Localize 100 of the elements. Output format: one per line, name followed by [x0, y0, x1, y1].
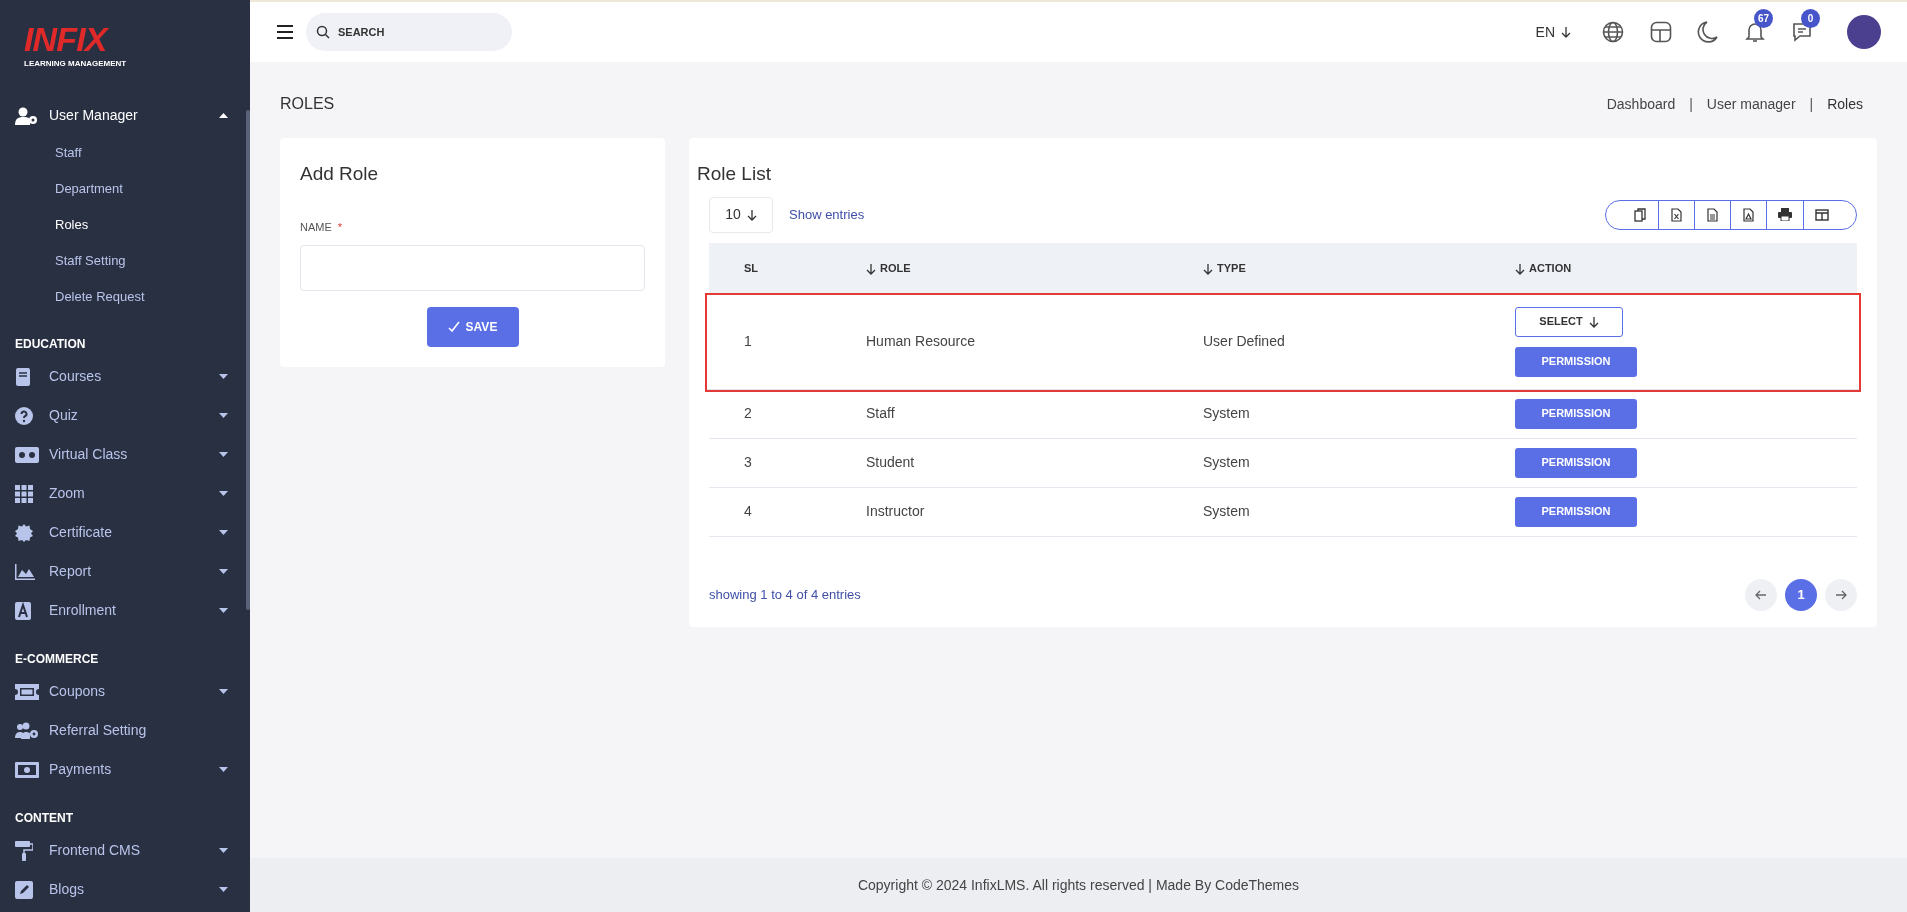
table-cell-text: 2: [743, 404, 753, 423]
page-button[interactable]: 1: [1785, 578, 1817, 611]
select-dropdown[interactable]: SELECT: [1515, 306, 1623, 337]
submenu-item[interactable]: Staff Setting: [0, 243, 250, 279]
table-cell-text: System: [1203, 404, 1251, 423]
sidebar-item[interactable]: Frontend CMS: [0, 831, 250, 870]
area-chart-icon: [15, 563, 35, 580]
logo-mark: INFIX: [24, 22, 107, 56]
down-arrow-icon: [866, 262, 876, 275]
layout-icon[interactable]: [1649, 20, 1673, 44]
submenu-item[interactable]: Department: [0, 171, 250, 207]
name-input[interactable]: [300, 245, 645, 291]
entries-summary: showing 1 to 4 of 4 entries: [709, 585, 861, 604]
letter-a-icon: [15, 601, 31, 620]
column-header[interactable]: TYPE: [1203, 260, 1515, 277]
globe-icon[interactable]: [1601, 20, 1625, 44]
field-label: NAME: [300, 219, 332, 235]
sidebar-item[interactable]: Certificate: [0, 513, 250, 552]
down-arrow-icon: [1588, 315, 1599, 328]
print-icon: [1778, 208, 1792, 221]
table-cell-text: System: [1203, 453, 1251, 472]
columns-icon: [1815, 208, 1829, 221]
copy-icon: [1634, 207, 1646, 222]
column-header[interactable]: ACTION: [1515, 260, 1857, 277]
certificate-seal-icon: [15, 523, 33, 542]
table-cell-text: User Defined: [1203, 332, 1286, 351]
column-header[interactable]: ROLE: [866, 260, 1203, 277]
page-size-select[interactable]: 10: [709, 196, 773, 233]
permission-button[interactable]: PERMISSION: [1515, 398, 1637, 429]
breadcrumb-separator: |: [1689, 94, 1693, 114]
table-cell-text: 1: [743, 332, 753, 351]
submenu-item[interactable]: Roles: [0, 207, 250, 243]
page-title: ROLES: [280, 94, 335, 114]
paint-roller-icon: [15, 840, 33, 861]
previous-page-button[interactable]: [1745, 578, 1777, 611]
permission-button[interactable]: PERMISSION: [1515, 496, 1637, 527]
bell-icon[interactable]: [1745, 21, 1765, 43]
breadcrumb-link[interactable]: Dashboard: [1606, 93, 1676, 115]
section-heading: E-COMMERCE: [14, 651, 100, 668]
sidebar-item[interactable]: Payments: [0, 750, 250, 789]
search-icon: [316, 25, 330, 39]
money-bill-icon: [15, 761, 39, 778]
menu-icon[interactable]: [276, 25, 294, 39]
document-icon: [1707, 207, 1718, 222]
logo-tagline: LEARNING MANAGEMENT: [24, 58, 127, 70]
down-arrow-icon: [746, 208, 757, 221]
sidebar-item[interactable]: Blogs: [0, 870, 250, 909]
breadcrumb-separator: |: [1809, 94, 1814, 114]
ticket-icon: [15, 683, 39, 700]
sidebar-item[interactable]: Coupons: [0, 672, 250, 711]
table-cell-text: 3: [743, 453, 753, 472]
breadcrumb-link[interactable]: User manager: [1706, 93, 1796, 115]
moon-icon[interactable]: [1697, 20, 1719, 44]
sidebar-item[interactable]: User Manager: [0, 96, 250, 135]
breadcrumb-link[interactable]: Roles: [1827, 93, 1863, 115]
table-cell-text: Staff: [866, 404, 896, 423]
table-cell-text: Instructor: [866, 502, 926, 521]
pencil-square-icon: [15, 880, 33, 899]
card-title: Role List: [697, 162, 772, 186]
avatar[interactable]: [1847, 15, 1881, 49]
permission-button[interactable]: PERMISSION: [1515, 346, 1637, 377]
right-arrow-icon: [1835, 589, 1847, 600]
save-button[interactable]: SAVE: [426, 307, 519, 347]
next-page-button[interactable]: [1825, 578, 1857, 611]
user-gear-icon: [15, 106, 39, 125]
notification-count: 67: [1754, 9, 1773, 28]
required-mark: *: [337, 219, 343, 235]
language-selector[interactable]: EN: [1535, 21, 1571, 43]
check-icon: [447, 321, 460, 333]
sidebar-item[interactable]: Report: [0, 552, 250, 591]
permission-button[interactable]: PERMISSION: [1515, 447, 1637, 478]
table-cell-text: Human Resource: [866, 332, 976, 351]
footer-text: Copyright © 2024 InfixLMS. All rights reserved | Made By CodeThemes: [250, 858, 1907, 912]
left-arrow-icon: [1755, 589, 1767, 600]
book-icon: [15, 367, 31, 386]
section-heading: EDUCATION: [14, 336, 87, 353]
sidebar-item[interactable]: Referral Setting: [0, 711, 250, 750]
table-cell-text: Student: [866, 453, 916, 472]
sidebar-item[interactable]: Quiz: [0, 396, 250, 435]
down-arrow-icon: [1515, 262, 1525, 275]
sidebar-item[interactable]: Courses: [0, 357, 250, 396]
submenu-item[interactable]: Delete Request: [0, 279, 250, 315]
vr-headset-icon: [15, 446, 39, 463]
table-cell-text: 4: [743, 502, 753, 521]
scrollbar-thumb[interactable]: [246, 110, 250, 610]
show-entries-label: Show entries: [789, 205, 865, 224]
chat-icon[interactable]: [1791, 21, 1813, 43]
column-header[interactable]: SL: [709, 260, 866, 277]
down-arrow-icon: [1561, 26, 1571, 38]
grid-icon: [15, 484, 33, 503]
message-count: 0: [1801, 9, 1820, 28]
excel-file-icon: [1671, 207, 1682, 222]
search-field[interactable]: SEARCH: [306, 13, 512, 51]
pdf-file-icon: [1743, 207, 1754, 222]
card-title: Add Role: [300, 162, 380, 186]
section-heading: CONTENT: [14, 810, 74, 827]
sidebar-item[interactable]: Zoom: [0, 474, 250, 513]
down-arrow-icon: [1203, 262, 1213, 275]
table-cell-text: System: [1203, 502, 1251, 521]
submenu-item[interactable]: Staff: [0, 135, 250, 171]
